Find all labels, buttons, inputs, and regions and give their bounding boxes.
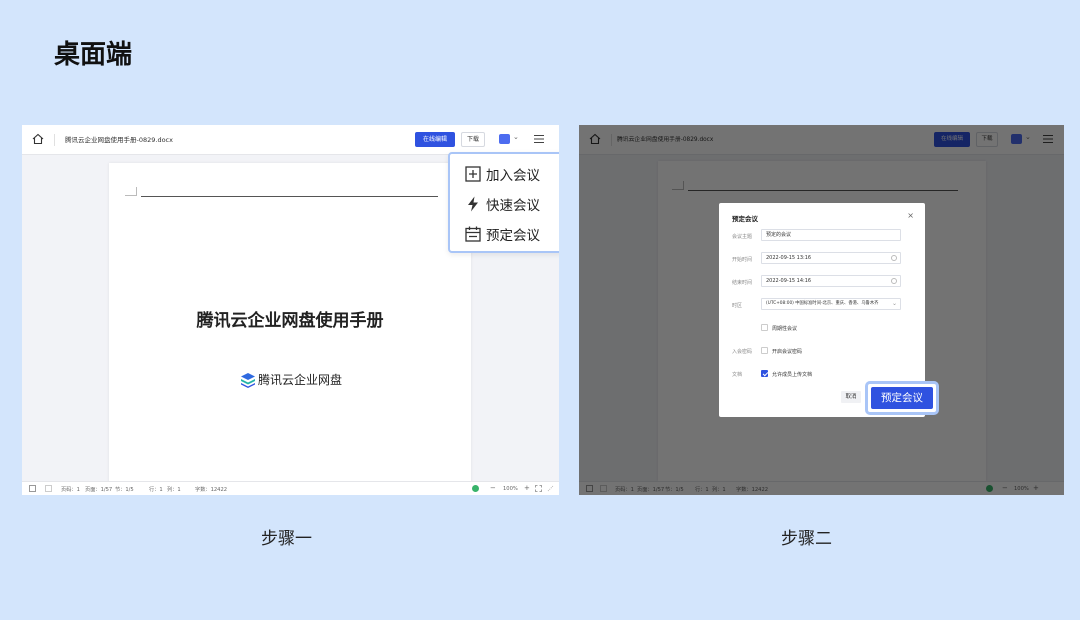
password-label: 入会密码 <box>732 349 753 355</box>
cancel-button[interactable]: 取消 <box>841 391 861 403</box>
zoom-in-button[interactable]: + <box>524 484 530 492</box>
recurring-label: 周期性会议 <box>772 326 798 332</box>
chevron-down-icon: ⌄ <box>891 300 897 307</box>
download-button[interactable]: 下载 <box>461 132 485 147</box>
timezone-label: 时区 <box>732 303 743 309</box>
step1-screenshot: 腾讯云企业网盘使用手册-0829.docx 在线编辑 下载 ⌄ 腾讯云企业网盘使… <box>22 125 559 495</box>
page-count: 页面：1/57 <box>85 487 113 493</box>
recurring-checkbox[interactable] <box>761 324 768 331</box>
row-number: 行：1 <box>149 487 163 493</box>
clock-icon <box>891 255 897 261</box>
web-view-icon[interactable] <box>45 485 52 492</box>
schedule-meeting-button[interactable]: 预定会议 <box>871 387 933 409</box>
topic-label: 会议主题 <box>732 234 753 240</box>
document-name: 腾讯云企业网盘使用手册-0829.docx <box>65 136 173 144</box>
calendar-icon <box>465 226 481 242</box>
docs-label: 文档 <box>732 372 743 378</box>
plus-square-icon <box>465 166 481 182</box>
header-rule <box>141 196 438 197</box>
zoom-level: 100% <box>503 486 518 492</box>
start-time-label: 开始时间 <box>732 257 753 263</box>
step2-screenshot: 腾讯云企业网盘使用手册-0829.docx 在线编辑 下载 ⌄ 页码：1 页面：… <box>579 125 1064 495</box>
lightning-icon <box>468 196 478 212</box>
document-title: 腾讯云企业网盘使用手册 <box>196 311 384 331</box>
start-time-input[interactable]: 2022-09-15 13:16 <box>761 252 901 264</box>
password-checkbox[interactable] <box>761 347 768 354</box>
confirm-highlight: 预定会议 <box>865 381 939 415</box>
close-icon[interactable]: × <box>907 211 914 220</box>
online-edit-button[interactable]: 在线编辑 <box>415 132 455 147</box>
margin-marker <box>125 187 137 196</box>
upload-docs-label: 允许成员上传文档 <box>772 372 813 378</box>
toolbar-divider <box>54 134 55 146</box>
dialog-title: 预定会议 <box>732 215 758 223</box>
col-number: 列：1 <box>167 487 181 493</box>
meeting-dropdown: 加入会议 快速会议 预定会议 <box>448 152 559 253</box>
fit-screen-icon[interactable] <box>535 485 542 492</box>
timezone-select[interactable]: (UTC+08:00) 中国标准时间-北京、重庆、香港、乌鲁木齐 ⌄ <box>761 298 901 310</box>
password-option-label: 开启会议密码 <box>772 349 803 355</box>
page-title: 桌面端 <box>54 40 133 70</box>
home-icon[interactable] <box>32 133 44 145</box>
meeting-button[interactable]: ⌄ <box>499 133 521 146</box>
end-time-input[interactable]: 2022-09-15 14:16 <box>761 275 901 287</box>
logo-text: 腾讯云企业网盘 <box>258 373 343 387</box>
upload-docs-checkbox[interactable] <box>761 370 768 377</box>
page-view-icon[interactable] <box>29 485 36 492</box>
word-count: 字数：12422 <box>195 487 228 493</box>
document-page[interactable]: 腾讯云企业网盘使用手册 腾讯云企业网盘 <box>109 163 471 485</box>
cloud-drive-logo-icon <box>241 372 255 388</box>
meeting-icon <box>499 134 510 144</box>
page-number: 页码：1 <box>61 487 80 493</box>
section-count: 节：1/5 <box>115 487 134 493</box>
editor-toolbar: 腾讯云企业网盘使用手册-0829.docx 在线编辑 下载 ⌄ <box>22 125 559 155</box>
step1-label: 步骤一 <box>261 529 312 549</box>
menu-icon[interactable] <box>533 133 545 145</box>
brand-logo: 腾讯云企业网盘 <box>240 371 343 388</box>
expand-icon[interactable] <box>547 485 554 492</box>
chevron-down-icon: ⌄ <box>513 133 519 141</box>
end-time-label: 结束时间 <box>732 280 753 286</box>
step2-label: 步骤二 <box>781 529 832 549</box>
status-bar: 页码：1 页面：1/57 节：1/5 行：1 列：1 字数：12422 − 10… <box>22 481 559 495</box>
topic-input[interactable]: 预定的会议 <box>761 229 901 241</box>
zoom-out-button[interactable]: − <box>490 484 496 492</box>
sync-status-icon <box>472 485 479 492</box>
clock-icon <box>891 278 897 284</box>
